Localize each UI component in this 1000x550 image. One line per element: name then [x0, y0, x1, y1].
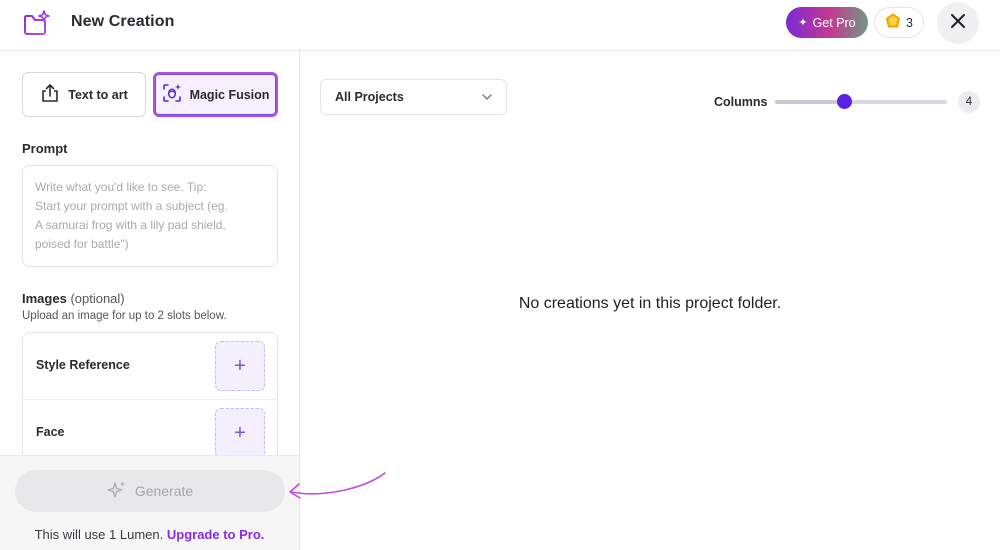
project-filter-select[interactable]: All Projects — [320, 79, 507, 115]
folder-sparkle-icon — [22, 9, 52, 37]
upgrade-to-pro-link[interactable]: Upgrade to Pro. — [167, 527, 265, 542]
cost-text: This will use 1 Lumen. — [34, 527, 164, 542]
placeholder-line: Start your prompt with a subject (eg. — [35, 199, 228, 213]
columns-slider-thumb[interactable] — [836, 94, 852, 109]
empty-state-message: No creations yet in this project folder. — [518, 295, 782, 312]
optional-tag: (optional) — [70, 291, 125, 306]
columns-slider-fill — [775, 100, 844, 104]
columns-slider[interactable] — [775, 94, 947, 109]
image-slot-face: Face + — [23, 400, 277, 462]
placeholder-line: A samurai frog with a lily pad shield, — [35, 218, 226, 232]
sparkles-icon — [107, 480, 127, 503]
columns-label: Columns — [714, 95, 768, 109]
prompt-placeholder: Write what you'd like to see. Tip: Start… — [35, 178, 265, 254]
sidebar: Text to art Magic Fusion Prompt Write wh… — [0, 51, 300, 550]
mode-label: Text to art — [68, 87, 128, 102]
images-hint: Upload an image for up to 2 slots below. — [22, 310, 227, 322]
prompt-label: Prompt — [22, 141, 68, 156]
header: New Creation ✦ Get Pro 3 — [0, 0, 1000, 51]
generate-footer: Generate This will use 1 Lumen. Upgrade … — [0, 455, 299, 550]
project-filter-value: All Projects — [335, 90, 404, 104]
placeholder-line: poised for battle") — [35, 237, 129, 251]
close-button[interactable] — [937, 2, 979, 44]
images-label-text: Images — [22, 291, 67, 306]
mode-magic-fusion-button[interactable]: Magic Fusion — [153, 72, 278, 117]
images-label: Images (optional) — [22, 291, 125, 306]
cost-note: This will use 1 Lumen. Upgrade to Pro. — [0, 527, 299, 542]
slot-label: Style Reference — [36, 358, 130, 372]
mode-label: Magic Fusion — [189, 87, 270, 102]
face-scan-icon — [162, 83, 182, 106]
generate-label: Generate — [134, 483, 194, 499]
add-face-button[interactable]: + — [215, 408, 265, 458]
chevron-down-icon — [480, 90, 494, 107]
pointer-arrow-icon — [289, 472, 386, 499]
page-title: New Creation — [71, 13, 175, 30]
sparkle-icon: ✦ — [798, 17, 808, 29]
placeholder-line: Write what you'd like to see. Tip: — [35, 180, 207, 194]
gem-icon — [885, 13, 901, 32]
generate-button[interactable]: Generate — [15, 470, 285, 512]
image-slot-style-reference: Style Reference + — [23, 333, 277, 400]
upload-icon — [40, 83, 60, 106]
slot-label: Face — [36, 425, 65, 439]
image-slots: Style Reference + Face + — [22, 332, 278, 462]
plus-icon: + — [234, 421, 246, 444]
close-icon — [950, 13, 966, 34]
add-style-reference-button[interactable]: + — [215, 341, 265, 391]
plus-icon: + — [234, 354, 246, 377]
get-pro-label: Get Pro — [812, 15, 856, 30]
lumen-balance-button[interactable]: 3 — [874, 7, 924, 38]
mode-text-to-art-button[interactable]: Text to art — [22, 72, 146, 117]
columns-count: 4 — [958, 91, 980, 113]
get-pro-button[interactable]: ✦ Get Pro — [786, 7, 868, 38]
lumen-count: 3 — [906, 15, 913, 30]
prompt-textarea[interactable]: Write what you'd like to see. Tip: Start… — [22, 165, 278, 267]
